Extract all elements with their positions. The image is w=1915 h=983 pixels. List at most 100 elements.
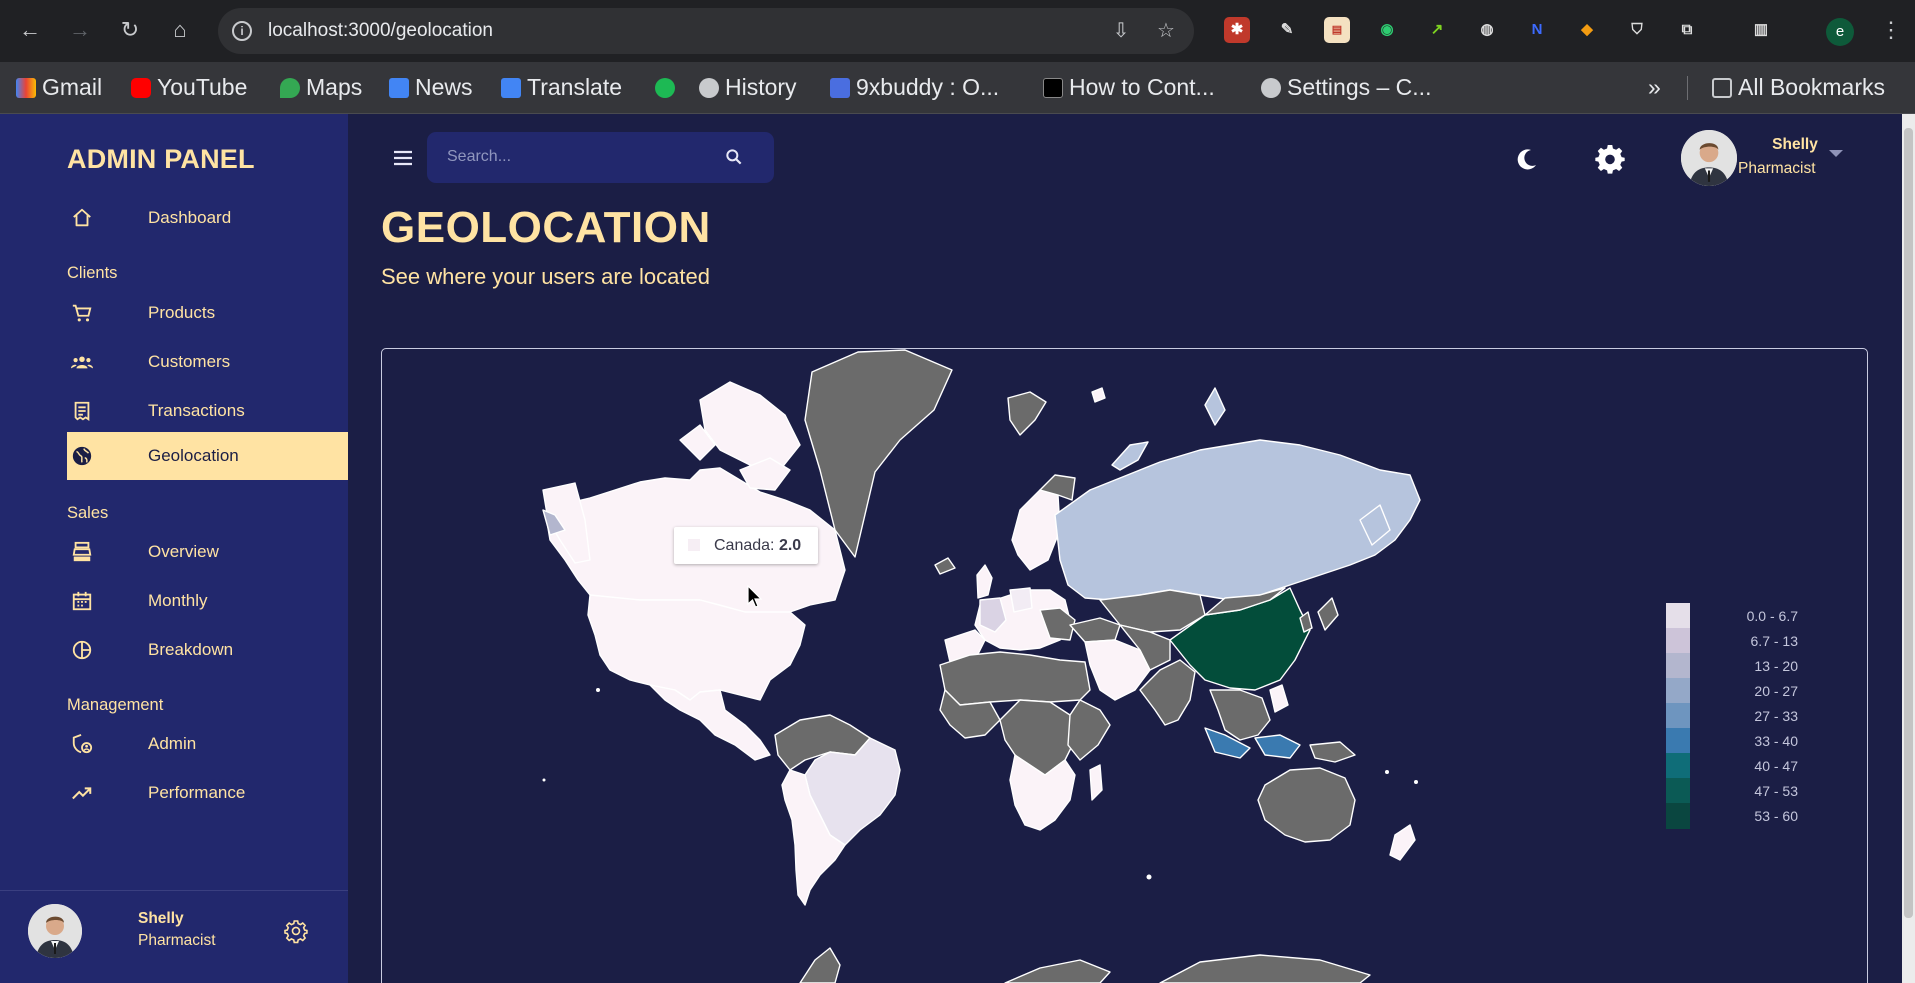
gmail-icon xyxy=(16,78,36,98)
pie-chart-icon xyxy=(72,640,92,660)
extensions-puzzle-icon[interactable]: ⧉ xyxy=(1674,17,1700,43)
reload-icon[interactable]: ↻ xyxy=(114,14,146,46)
receipt-icon xyxy=(74,401,90,421)
home-page-icon[interactable]: ⌂ xyxy=(164,14,196,46)
legend-swatch xyxy=(1666,803,1690,829)
legend-swatch xyxy=(1666,678,1690,704)
section-management: Management xyxy=(67,696,164,714)
bookmark-spotify[interactable] xyxy=(655,70,681,104)
news-icon xyxy=(389,78,409,98)
country-turkey xyxy=(1069,617,1121,643)
sidebar-item-overview[interactable]: Overview xyxy=(67,528,348,576)
sidebar-item-customers[interactable]: Customers xyxy=(67,338,348,386)
legend-swatch xyxy=(1666,753,1690,779)
topbar-user-role[interactable]: Pharmacist xyxy=(1738,160,1816,178)
metamask-icon[interactable]: ◆ xyxy=(1574,17,1600,43)
home-icon xyxy=(73,208,91,227)
forward-icon[interactable]: → xyxy=(64,14,96,46)
country-canada-islands xyxy=(699,381,801,471)
profile-avatar[interactable]: e xyxy=(1826,18,1854,46)
world-map[interactable] xyxy=(381,348,1868,983)
bookmark-star-icon[interactable]: ☆ xyxy=(1153,18,1179,44)
menu-icon[interactable] xyxy=(390,146,418,170)
all-bookmarks[interactable]: All Bookmarks xyxy=(1712,70,1885,104)
bookmark-translate[interactable]: Translate xyxy=(501,70,622,104)
cart-icon xyxy=(72,304,92,322)
country-arctic-island xyxy=(1091,387,1106,403)
sidebar: ADMIN PANEL Dashboard Clients Products C… xyxy=(0,114,348,983)
extension-icon[interactable]: ▤ xyxy=(1324,17,1350,43)
page-title: GEOLOCATION xyxy=(381,203,711,252)
point-of-sale-icon xyxy=(72,541,92,562)
sidebar-item-monthly[interactable]: Monthly xyxy=(67,577,348,625)
sidebar-item-transactions[interactable]: Transactions xyxy=(67,387,348,435)
topbar-user-name[interactable]: Shelly xyxy=(1758,136,1832,154)
bookmark-maps[interactable]: Maps xyxy=(280,70,362,104)
vercel-icon xyxy=(1043,78,1063,98)
gear-icon xyxy=(1261,78,1281,98)
bookmark-settings[interactable]: Settings – C... xyxy=(1261,70,1431,104)
tooltip-text: Canada: 2.0 xyxy=(714,537,801,555)
island-marker xyxy=(1146,874,1152,880)
reading-list-icon[interactable]: ▥ xyxy=(1748,17,1774,43)
address-bar[interactable]: i localhost:3000/geolocation ⇩ ☆ xyxy=(218,8,1194,54)
map-tooltip: Canada: 2.0 xyxy=(674,527,818,564)
bookmark-gmail[interactable]: Gmail xyxy=(16,70,102,104)
country-australia xyxy=(1257,767,1356,843)
extension-icon[interactable]: ◍ xyxy=(1474,17,1500,43)
country-japan xyxy=(1317,597,1339,631)
gear-icon[interactable] xyxy=(283,919,309,945)
chevron-down-icon[interactable] xyxy=(1829,150,1843,157)
extension-icon[interactable]: ✱ xyxy=(1224,17,1250,43)
back-icon[interactable]: ← xyxy=(14,14,46,46)
mouse-cursor-icon xyxy=(747,585,763,608)
sidebar-item-breakdown[interactable]: Breakdown xyxy=(67,626,348,674)
dark-mode-icon[interactable] xyxy=(1511,143,1543,175)
country-antarctica xyxy=(1159,954,1371,983)
bookmark-9xbuddy[interactable]: 9xbuddy : O... xyxy=(830,70,999,104)
country-new-zealand xyxy=(1389,824,1416,861)
sidebar-item-label: Products xyxy=(148,303,216,322)
extension-icon[interactable]: ◉ xyxy=(1374,17,1400,43)
sidebar-item-geolocation[interactable]: Geolocation xyxy=(67,432,348,480)
sidebar-item-products[interactable]: Products xyxy=(67,289,348,337)
calendar-icon xyxy=(72,591,92,611)
menu-kebab-icon[interactable]: ⋮ xyxy=(1880,14,1902,46)
search-icon[interactable] xyxy=(724,147,744,167)
sidebar-item-label: Customers xyxy=(148,352,231,371)
trending-up-icon xyxy=(72,787,92,800)
user-photo xyxy=(1681,130,1737,186)
bookmark-how-to[interactable]: How to Cont... xyxy=(1043,70,1215,104)
country-new-guinea xyxy=(1309,741,1356,763)
install-app-icon[interactable]: ⇩ xyxy=(1108,18,1134,44)
sidebar-item-admin[interactable]: Admin xyxy=(67,720,348,768)
sidebar-item-label: Admin xyxy=(148,734,197,753)
bookmark-history[interactable]: History xyxy=(699,70,797,104)
site-info-icon[interactable]: i xyxy=(232,21,252,41)
bookmarks-overflow-icon[interactable]: » xyxy=(1648,70,1661,104)
chart-extension-icon[interactable]: ↗ xyxy=(1424,17,1450,43)
country-north-africa xyxy=(939,651,1091,706)
country-germany xyxy=(1009,587,1033,613)
tooltip-value: 2.0 xyxy=(778,537,802,554)
scrollbar-thumb[interactable] xyxy=(1904,128,1913,918)
legend-swatch xyxy=(1666,653,1690,679)
url-text[interactable]: localhost:3000/geolocation xyxy=(268,20,493,42)
avatar[interactable] xyxy=(28,904,82,958)
avatar[interactable] xyxy=(1681,130,1737,186)
sidebar-divider xyxy=(0,890,348,891)
bookmark-news[interactable]: News xyxy=(389,70,473,104)
search-bar[interactable] xyxy=(427,132,774,183)
extension-icon[interactable]: N xyxy=(1524,17,1550,43)
sidebar-item-performance[interactable]: Performance xyxy=(67,769,348,817)
shield-icon[interactable]: ⛉ xyxy=(1624,17,1650,43)
bookmark-youtube[interactable]: YouTube xyxy=(131,70,247,104)
maps-icon xyxy=(280,78,300,98)
sidebar-item-dashboard[interactable]: Dashboard xyxy=(67,194,348,242)
settings-gear-icon[interactable] xyxy=(1594,143,1626,175)
sidebar-user-role: Pharmacist xyxy=(138,932,216,949)
search-input[interactable] xyxy=(447,145,707,169)
country-east-africa xyxy=(1067,699,1111,761)
globe-icon xyxy=(72,446,92,466)
color-picker-icon[interactable]: ✎ xyxy=(1274,17,1300,43)
